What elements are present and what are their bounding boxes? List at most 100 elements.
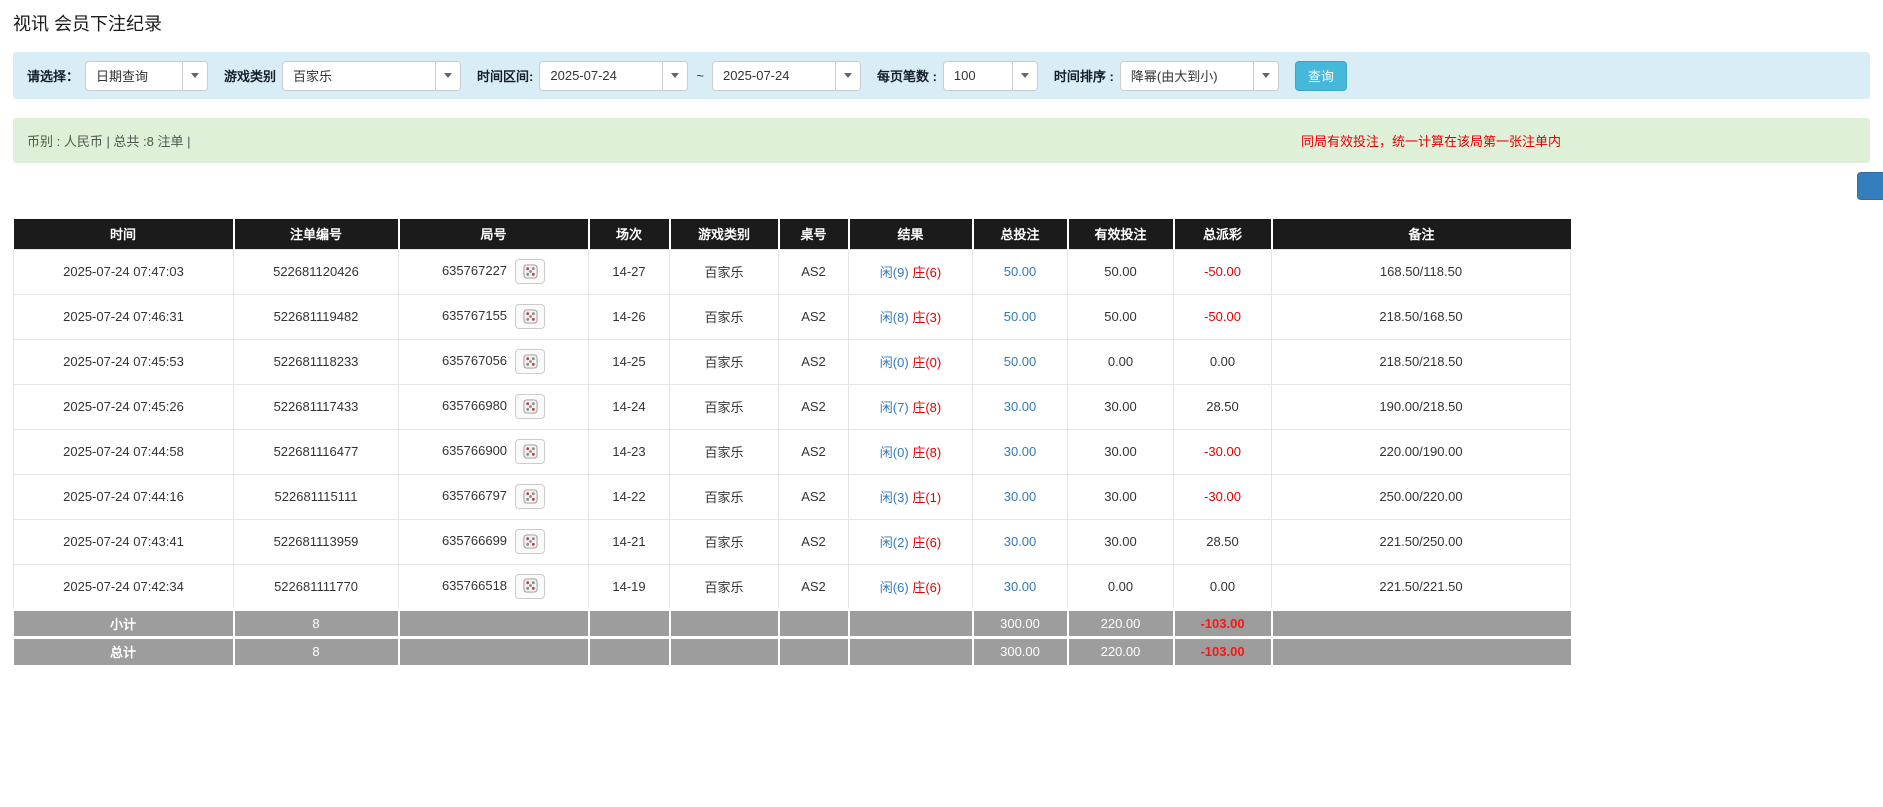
- footer-empty: [399, 637, 589, 665]
- date-from-value: 2025-07-24: [540, 62, 662, 90]
- total-bet-link[interactable]: 30.00: [1004, 444, 1037, 459]
- cell-session: 14-25: [589, 339, 670, 384]
- cell-game-type: 百家乐: [670, 249, 779, 294]
- cell-table-id: AS2: [779, 429, 849, 474]
- export-button[interactable]: [1857, 172, 1883, 200]
- cell-time: 2025-07-24 07:46:31: [14, 294, 234, 339]
- summary-right-note: 同局有效投注，统一计算在该局第一张注单内: [1301, 131, 1561, 150]
- column-header: 时间: [14, 219, 234, 249]
- cell-note: 221.50/250.00: [1272, 519, 1571, 564]
- cell-round-id: 635766900: [399, 429, 589, 474]
- footer-count: 8: [234, 637, 399, 665]
- cell-order-id: 522681113959: [234, 519, 399, 564]
- table-row: 2025-07-24 07:43:41522681113959635766699…: [14, 519, 1571, 564]
- round-video-button[interactable]: [515, 529, 545, 554]
- footer-empty: [670, 637, 779, 665]
- round-video-button[interactable]: [515, 349, 545, 374]
- game-type-value: 百家乐: [283, 62, 435, 90]
- game-type-label: 游戏类别: [224, 66, 276, 85]
- cell-order-id: 522681117433: [234, 384, 399, 429]
- chevron-down-icon[interactable]: [435, 62, 460, 90]
- chevron-down-icon[interactable]: [182, 62, 207, 90]
- round-id-text: 635767155: [442, 308, 507, 323]
- cell-note: 221.50/221.50: [1272, 564, 1571, 609]
- cell-order-id: 522681119482: [234, 294, 399, 339]
- round-video-button[interactable]: [515, 394, 545, 419]
- cell-note: 218.50/168.50: [1272, 294, 1571, 339]
- cell-result: 闲(0) 庄(8): [849, 429, 973, 474]
- total-bet-link[interactable]: 50.00: [1004, 309, 1037, 324]
- chevron-down-icon[interactable]: [662, 62, 687, 90]
- page-title: 视讯 会员下注纪录: [13, 10, 1870, 36]
- cell-round-id: 635767155: [399, 294, 589, 339]
- date-to-value: 2025-07-24: [713, 62, 835, 90]
- cell-result: 闲(7) 庄(8): [849, 384, 973, 429]
- column-header: 结果: [849, 219, 973, 249]
- chevron-down-icon[interactable]: [835, 62, 860, 90]
- cell-note: 218.50/218.50: [1272, 339, 1571, 384]
- round-video-button[interactable]: [515, 484, 545, 509]
- round-id-text: 635766900: [442, 443, 507, 458]
- date-range-separator: ~: [696, 68, 704, 83]
- date-from-select[interactable]: 2025-07-24: [539, 61, 688, 91]
- cell-time: 2025-07-24 07:45:26: [14, 384, 234, 429]
- query-type-value: 日期查询: [86, 62, 182, 90]
- round-video-button[interactable]: [515, 304, 545, 329]
- cell-game-type: 百家乐: [670, 474, 779, 519]
- cell-session: 14-21: [589, 519, 670, 564]
- chevron-down-icon[interactable]: [1253, 62, 1278, 90]
- cell-result: 闲(9) 庄(6): [849, 249, 973, 294]
- cell-valid-bet: 0.00: [1068, 564, 1174, 609]
- cell-round-id: 635766797: [399, 474, 589, 519]
- cell-order-id: 522681115111: [234, 474, 399, 519]
- total-bet-link[interactable]: 30.00: [1004, 579, 1037, 594]
- cell-total-bet: 50.00: [973, 249, 1068, 294]
- cell-payout: -50.00: [1174, 294, 1272, 339]
- result-banker: 庄(6): [912, 535, 941, 550]
- cell-result: 闲(3) 庄(1): [849, 474, 973, 519]
- cell-valid-bet: 30.00: [1068, 519, 1174, 564]
- per-page-select[interactable]: 100: [943, 61, 1038, 91]
- total-bet-link[interactable]: 50.00: [1004, 354, 1037, 369]
- cell-table-id: AS2: [779, 564, 849, 609]
- footer-total-bet: 300.00: [973, 609, 1068, 637]
- cell-valid-bet: 50.00: [1068, 294, 1174, 339]
- dice-icon: [523, 354, 538, 369]
- round-video-button[interactable]: [515, 574, 545, 599]
- round-video-button[interactable]: [515, 259, 545, 284]
- result-player: 闲(7): [880, 400, 909, 415]
- dice-icon: [523, 444, 538, 459]
- cell-order-id: 522681120426: [234, 249, 399, 294]
- cell-session: 14-24: [589, 384, 670, 429]
- sort-select[interactable]: 降幂(由大到小): [1120, 61, 1279, 91]
- date-to-select[interactable]: 2025-07-24: [712, 61, 861, 91]
- table-header-row: 时间注单编号局号场次游戏类别桌号结果总投注有效投注总派彩备注: [14, 219, 1571, 249]
- query-type-select[interactable]: 日期查询: [85, 61, 208, 91]
- dice-icon: [523, 309, 538, 324]
- dice-icon: [523, 489, 538, 504]
- cell-table-id: AS2: [779, 519, 849, 564]
- table-row: 2025-07-24 07:46:31522681119482 635767155…: [14, 294, 1571, 339]
- per-page-label: 每页笔数 :: [877, 66, 937, 85]
- search-button[interactable]: 查询: [1295, 61, 1347, 91]
- total-bet-link[interactable]: 30.00: [1004, 399, 1037, 414]
- cell-payout: 0.00: [1174, 339, 1272, 384]
- chevron-down-icon[interactable]: [1012, 62, 1037, 90]
- cell-payout: 28.50: [1174, 384, 1272, 429]
- footer-count: 8: [234, 609, 399, 637]
- result-player: 闲(0): [880, 355, 909, 370]
- cell-valid-bet: 0.00: [1068, 339, 1174, 384]
- cell-total-bet: 30.00: [973, 474, 1068, 519]
- total-bet-link[interactable]: 30.00: [1004, 534, 1037, 549]
- footer-row: 总计8300.00220.00-103.00: [14, 637, 1571, 665]
- round-video-button[interactable]: [515, 439, 545, 464]
- game-type-select[interactable]: 百家乐: [282, 61, 461, 91]
- cell-order-id: 522681118233: [234, 339, 399, 384]
- total-bet-link[interactable]: 50.00: [1004, 264, 1037, 279]
- table-row: 2025-07-24 07:45:26522681117433635766980…: [14, 384, 1571, 429]
- result-banker: 庄(0): [912, 355, 941, 370]
- footer-empty: [849, 637, 973, 665]
- result-player: 闲(2): [880, 535, 909, 550]
- result-banker: 庄(6): [912, 265, 941, 280]
- total-bet-link[interactable]: 30.00: [1004, 489, 1037, 504]
